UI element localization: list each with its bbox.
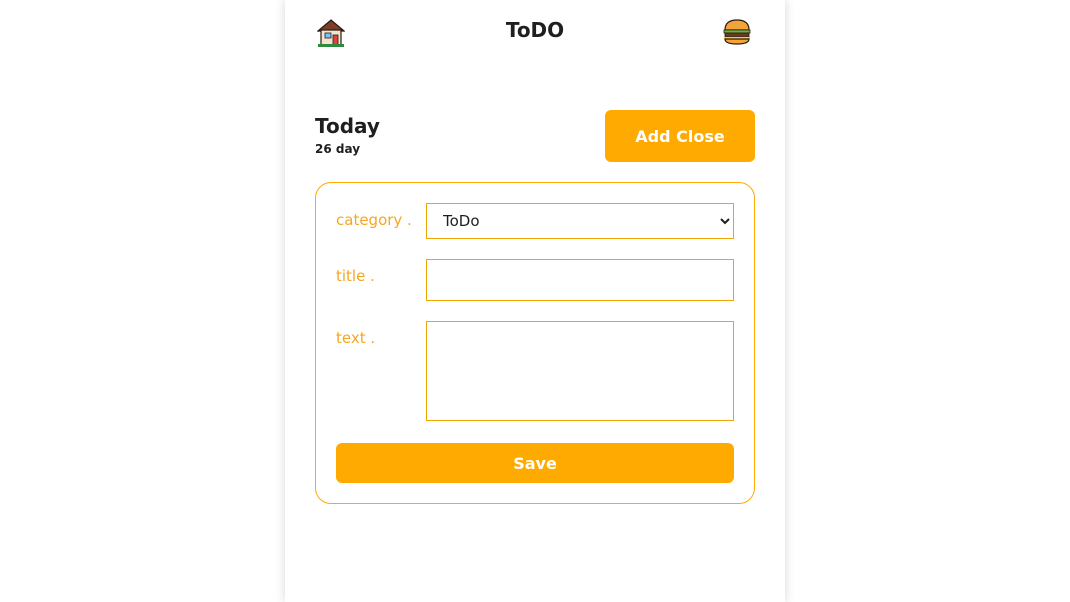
day-title: Today	[315, 114, 380, 138]
text-label: text .	[336, 329, 376, 347]
day-heading: Today 26 day	[315, 114, 380, 156]
title-label: title .	[336, 267, 375, 285]
add-close-button[interactable]: Add Close	[605, 110, 755, 162]
add-todo-form: category . ToDo title . text . Save	[315, 182, 755, 504]
app-title: ToDO	[505, 18, 565, 42]
category-select[interactable]: ToDo	[426, 203, 734, 239]
text-textarea[interactable]	[426, 321, 734, 421]
hamburger-menu-icon[interactable]	[722, 18, 752, 46]
title-input[interactable]	[426, 259, 734, 301]
day-subtitle: 26 day	[315, 142, 361, 156]
save-button[interactable]: Save	[336, 443, 734, 483]
app-container: ToDO Today 26 day Add Close category . T…	[285, 0, 785, 602]
category-label: category .	[336, 211, 412, 229]
header: ToDO	[285, 0, 785, 64]
